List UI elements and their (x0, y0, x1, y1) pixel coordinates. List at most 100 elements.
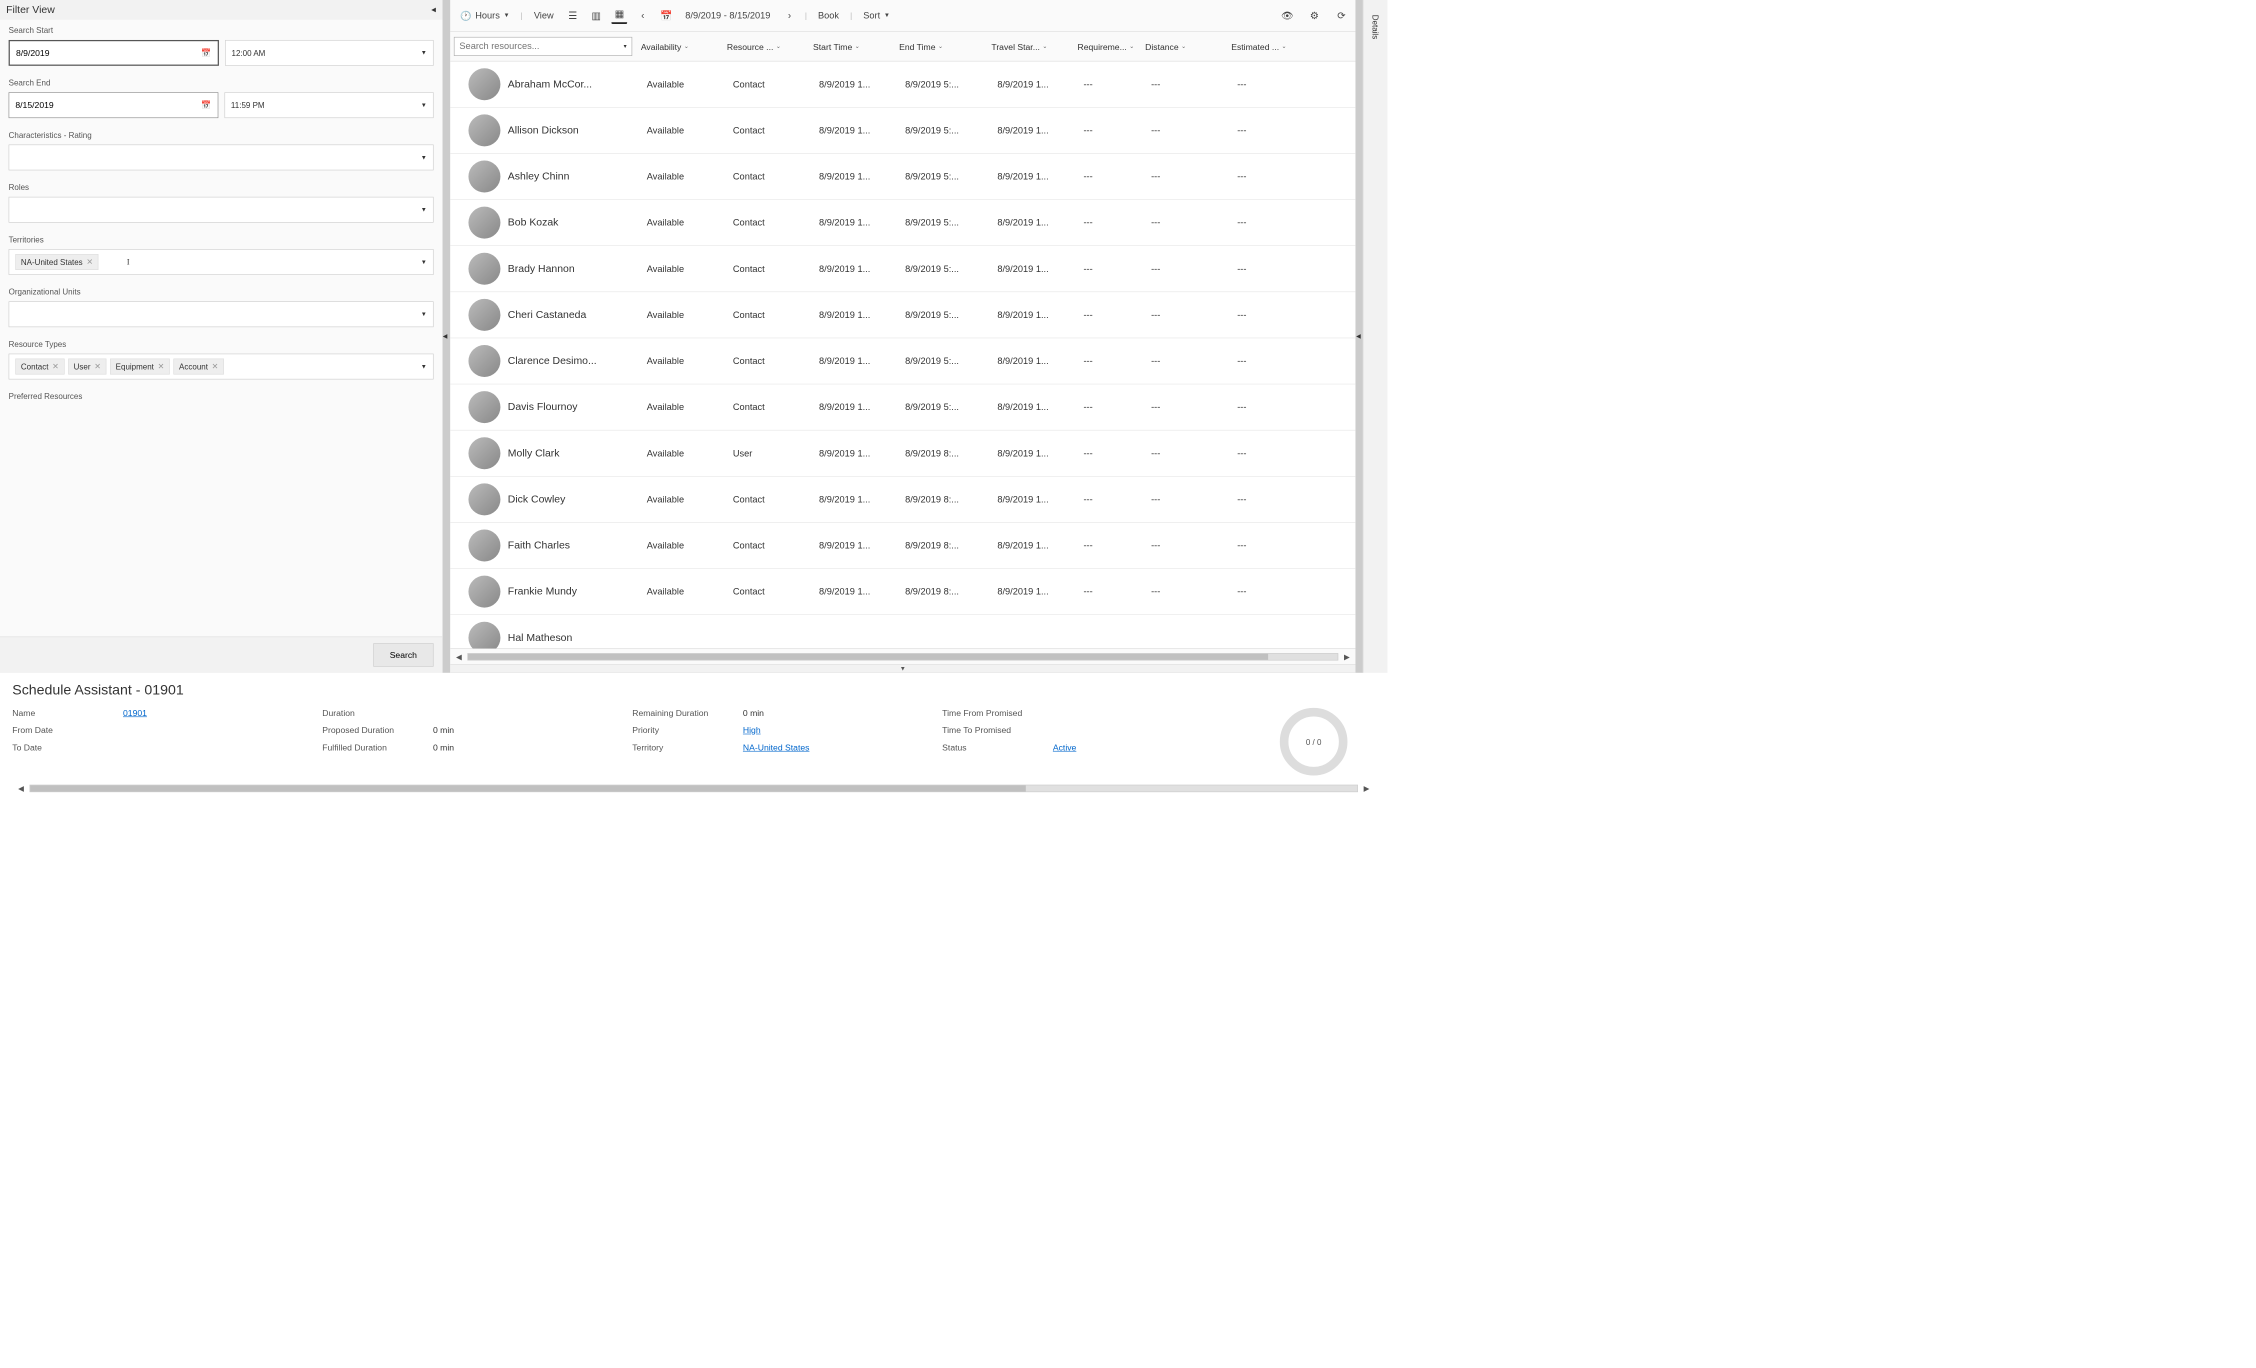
table-row[interactable]: Dick CowleyAvailableContact8/9/2019 1...… (450, 477, 1355, 523)
characteristics-dropdown[interactable]: ▼ (9, 145, 434, 171)
resource-type-tag[interactable]: Contact✕ (15, 359, 64, 375)
panel-splitter[interactable]: ◀ (443, 0, 450, 673)
chevron-down-icon: ⌄ (855, 43, 860, 50)
remove-tag-icon[interactable]: ✕ (212, 362, 219, 372)
roles-label: Roles (9, 183, 434, 192)
search-start-date-input[interactable] (16, 48, 201, 58)
calendar-icon[interactable]: 📅 (658, 8, 674, 24)
calendar-icon[interactable]: 📅 (201, 48, 211, 58)
search-end-time[interactable]: 11:59 PM ▼ (224, 92, 433, 118)
field-label: Status (942, 742, 1053, 752)
column-header[interactable]: Start Time⌄ (808, 42, 894, 52)
gear-icon[interactable]: ⚙ (1306, 8, 1322, 24)
footer-horizontal-scrollbar[interactable]: ◀ ▶ (12, 782, 1375, 796)
next-period-icon[interactable]: › (781, 8, 797, 24)
avatar (469, 483, 501, 515)
search-start-time[interactable]: 12:00 AM ▼ (225, 40, 434, 66)
territory-tag[interactable]: NA-United States ✕ (15, 254, 98, 270)
horizontal-splitter[interactable]: ▼ (450, 664, 1355, 673)
table-row[interactable]: Davis FlournoyAvailableContact8/9/2019 1… (450, 384, 1355, 430)
resource-type-tag[interactable]: Equipment✕ (110, 359, 170, 375)
table-row[interactable]: Faith CharlesAvailableContact8/9/2019 1.… (450, 523, 1355, 569)
scroll-left-icon[interactable]: ◀ (454, 652, 464, 661)
cell-travel-start: 8/9/2019 1... (991, 402, 1077, 412)
search-start-date[interactable]: 📅 (9, 40, 219, 66)
chevron-down-icon: ▼ (421, 259, 427, 266)
chevron-down-icon[interactable]: ▾ (624, 43, 627, 50)
territories-dropdown[interactable]: NA-United States ✕ I ▼ (9, 249, 434, 275)
column-view-icon[interactable]: ▥ (588, 8, 604, 24)
footer-column: Name01901From DateTo Date (12, 708, 304, 776)
resource-type-tag[interactable]: User✕ (68, 359, 106, 375)
eye-icon[interactable]: 👁 (1279, 8, 1295, 24)
resource-types-dropdown[interactable]: Contact✕User✕Equipment✕Account✕ ▼ (9, 354, 434, 380)
resource-type-tag[interactable]: Account✕ (174, 359, 224, 375)
calendar-icon[interactable]: 📅 (201, 100, 211, 110)
search-end-date[interactable]: 📅 (9, 92, 218, 118)
search-end-label: Search End (9, 78, 434, 87)
footer-link[interactable]: NA-United States (743, 742, 810, 752)
sort-dropdown[interactable]: Sort ▼ (860, 8, 894, 23)
table-row[interactable]: Molly ClarkAvailableUser8/9/2019 1...8/9… (450, 431, 1355, 477)
org-units-label: Organizational Units (9, 287, 434, 296)
details-rail[interactable]: Details (1363, 0, 1388, 673)
collapse-filter-icon[interactable]: ◀ (431, 6, 436, 13)
refresh-icon[interactable]: ⟳ (1333, 8, 1349, 24)
column-header[interactable]: Travel Star...⌄ (986, 42, 1072, 52)
scroll-left-icon[interactable]: ◀ (16, 784, 26, 793)
column-header[interactable]: Resource ...⌄ (722, 42, 808, 52)
prev-period-icon[interactable]: ‹ (635, 8, 651, 24)
search-button[interactable]: Search (373, 643, 433, 666)
hours-dropdown[interactable]: 🕐 Hours ▼ (456, 8, 513, 24)
scroll-track[interactable] (467, 653, 1338, 660)
table-row[interactable]: Abraham McCor...AvailableContact8/9/2019… (450, 62, 1355, 108)
remove-tag-icon[interactable]: ✕ (86, 257, 93, 267)
grid-body[interactable]: Abraham McCor...AvailableContact8/9/2019… (450, 62, 1355, 649)
cell-estimated: --- (1231, 356, 1305, 366)
book-button[interactable]: Book (814, 8, 842, 23)
footer-link[interactable]: High (743, 725, 761, 735)
column-header[interactable]: Estimated ...⌄ (1226, 42, 1300, 52)
org-units-dropdown[interactable]: ▼ (9, 301, 434, 327)
cell-availability: Available (641, 402, 727, 412)
remove-tag-icon[interactable]: ✕ (158, 362, 165, 372)
column-header[interactable]: Availability⌄ (636, 42, 722, 52)
grid-view-icon[interactable]: ▦ (611, 8, 627, 24)
table-row[interactable]: Clarence Desimo...AvailableContact8/9/20… (450, 338, 1355, 384)
table-row[interactable]: Frankie MundyAvailableContact8/9/2019 1.… (450, 569, 1355, 615)
scroll-thumb[interactable] (468, 653, 1268, 659)
search-start-label: Search Start (9, 26, 434, 35)
footer-field: Fulfilled Duration0 min (322, 742, 614, 752)
scroll-track[interactable] (30, 785, 1358, 792)
table-row[interactable]: Allison DicksonAvailableContact8/9/2019 … (450, 108, 1355, 154)
remove-tag-icon[interactable]: ✕ (52, 362, 59, 372)
table-row[interactable]: Cheri CastanedaAvailableContact8/9/2019 … (450, 292, 1355, 338)
resource-name: Cheri Castaneda (508, 309, 586, 321)
table-row[interactable]: Ashley ChinnAvailableContact8/9/2019 1..… (450, 154, 1355, 200)
roles-dropdown[interactable]: ▼ (9, 197, 434, 223)
details-splitter[interactable]: ◀ (1355, 0, 1362, 673)
scroll-right-icon[interactable]: ▶ (1362, 784, 1372, 793)
resource-search[interactable]: ▾ (454, 37, 632, 56)
table-row[interactable]: Hal Matheson (450, 615, 1355, 648)
table-row[interactable]: Brady HannonAvailableContact8/9/2019 1..… (450, 246, 1355, 292)
footer-link[interactable]: 01901 (123, 708, 147, 718)
column-header[interactable]: End Time⌄ (894, 42, 986, 52)
list-view-icon[interactable]: ☰ (565, 8, 581, 24)
scroll-thumb[interactable] (30, 785, 1025, 791)
resource-search-input[interactable] (459, 41, 623, 51)
cell-travel-start: 8/9/2019 1... (991, 448, 1077, 458)
cell-start-time: 8/9/2019 1... (813, 494, 899, 504)
grid-horizontal-scrollbar[interactable]: ◀ ▶ (450, 648, 1355, 664)
table-row[interactable]: Bob KozakAvailableContact8/9/2019 1...8/… (450, 200, 1355, 246)
remove-tag-icon[interactable]: ✕ (94, 362, 101, 372)
cell-estimated: --- (1231, 125, 1305, 135)
footer-field: TerritoryNA-United States (632, 742, 924, 752)
scroll-right-icon[interactable]: ▶ (1342, 652, 1352, 661)
footer-link[interactable]: Active (1053, 742, 1076, 752)
search-end-date-input[interactable] (15, 100, 201, 110)
chevron-down-icon: ▼ (884, 12, 890, 19)
column-header[interactable]: Requireme...⌄ (1073, 42, 1141, 52)
column-header[interactable]: Distance⌄ (1140, 42, 1226, 52)
cell-distance: --- (1145, 171, 1231, 181)
